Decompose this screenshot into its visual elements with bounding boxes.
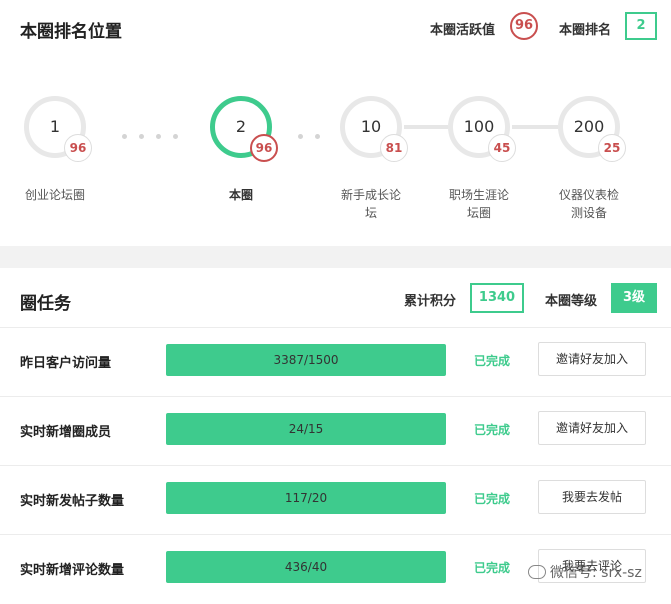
rank-node-10[interactable]: 10 81	[340, 96, 408, 162]
activity-label: 本圈活跃值	[430, 23, 496, 38]
node-name: 本圈	[228, 188, 253, 202]
rank-value-badge: 2	[625, 12, 657, 40]
go-post-button[interactable]: 我要去发帖	[538, 480, 646, 514]
invite-friends-button[interactable]: 邀请好友加入	[538, 342, 646, 376]
wechat-icon	[528, 565, 546, 579]
score-badge: 25	[598, 134, 626, 162]
rank-label: 本圈排名	[559, 23, 612, 38]
points-value-badge: 1340	[470, 283, 524, 313]
node-name: 新手成长论坛	[340, 188, 401, 220]
node-name: 创业论坛圈	[24, 188, 85, 202]
rank-title: 本圈排名位置	[20, 22, 122, 42]
score-badge: 45	[488, 134, 516, 162]
node-name: 仪器仪表检测设备	[558, 188, 619, 220]
task-title: 圈任务	[20, 294, 71, 314]
rank-node-1[interactable]: 1 96	[24, 96, 92, 162]
rank-node-current[interactable]: 2 96	[210, 96, 278, 162]
wechat-watermark: 微信号: srx-sz	[528, 562, 642, 582]
connector-line	[404, 125, 448, 129]
level-value-badge: 3级	[611, 283, 657, 313]
rank-node-200[interactable]: 200 25	[558, 96, 626, 162]
rank-node-100[interactable]: 100 45	[448, 96, 516, 162]
activity-value-badge: 96	[510, 12, 538, 40]
task-label: 实时新增评论数量	[20, 563, 125, 578]
invite-friends-button[interactable]: 邀请好友加入	[538, 411, 646, 445]
task-progress-bar: 3387/1500	[166, 344, 446, 376]
task-panel: 圈任务 累计积分 1340 本圈等级 3级 昨日客户访问量 3387/1500 …	[0, 268, 671, 604]
score-badge: 96	[250, 134, 278, 162]
score-badge: 96	[64, 134, 92, 162]
task-label: 昨日客户访问量	[20, 356, 112, 371]
rank-panel: 本圈排名位置 本圈活跃值 96 本圈排名 2 1 96 创业论坛圈 2 96 本…	[0, 0, 671, 246]
task-row: 实时新增圈成员 24/15 已完成 邀请好友加入	[0, 396, 671, 464]
task-status: 已完成	[474, 561, 511, 575]
task-row: 实时新发帖子数量 117/20 已完成 我要去发帖	[0, 465, 671, 533]
dots-separator	[298, 124, 332, 139]
task-progress-bar: 436/40	[166, 551, 446, 583]
task-label: 实时新增圈成员	[20, 425, 112, 440]
task-status: 已完成	[474, 423, 511, 437]
level-label: 本圈等级	[545, 294, 598, 309]
dots-separator	[122, 124, 190, 139]
watermark-text: 微信号: srx-sz	[550, 565, 642, 581]
task-progress-bar: 24/15	[166, 413, 446, 445]
task-status: 已完成	[474, 492, 511, 506]
connector-line	[512, 125, 558, 129]
task-status: 已完成	[474, 354, 511, 368]
task-progress-bar: 117/20	[166, 482, 446, 514]
node-name: 职场生涯论坛圈	[448, 188, 509, 220]
score-badge: 81	[380, 134, 408, 162]
points-label: 累计积分	[404, 294, 457, 309]
task-label: 实时新发帖子数量	[20, 494, 125, 509]
task-row: 昨日客户访问量 3387/1500 已完成 邀请好友加入	[0, 327, 671, 395]
